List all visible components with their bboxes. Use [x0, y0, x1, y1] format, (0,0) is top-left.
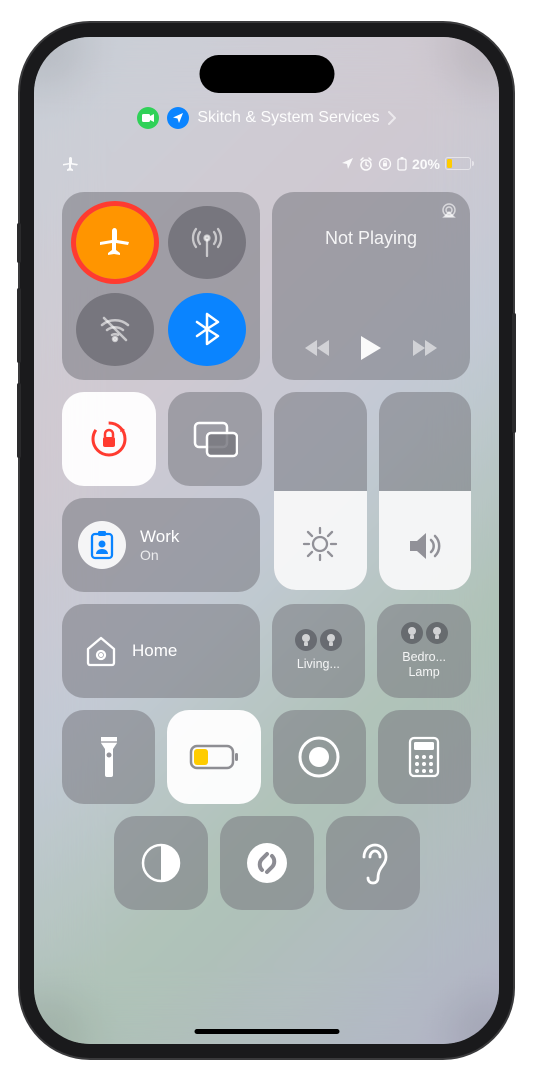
- alarm-icon: [359, 157, 373, 171]
- shazam-icon: [245, 841, 289, 885]
- volume-up[interactable]: [17, 288, 21, 363]
- location-indicator-icon: [167, 107, 189, 129]
- connectivity-module[interactable]: [62, 192, 260, 380]
- chevron-right-icon: [388, 111, 396, 125]
- focus-state: On: [140, 547, 179, 563]
- play-button[interactable]: [359, 334, 383, 362]
- rotation-lock-icon: [378, 157, 392, 171]
- battery-pct: 20%: [412, 156, 440, 172]
- screen: Skitch & System Services 20%: [34, 37, 499, 1044]
- camera-indicator-icon: [137, 107, 159, 129]
- location-arrow-icon: [341, 157, 354, 170]
- home-button[interactable]: Home: [62, 604, 260, 698]
- dynamic-island[interactable]: [199, 55, 334, 93]
- calculator-icon: [408, 736, 440, 778]
- iphone-frame: Skitch & System Services 20%: [20, 23, 513, 1058]
- status-bar: 20%: [62, 155, 471, 173]
- calculator-button[interactable]: [378, 710, 471, 804]
- home-label: Home: [132, 641, 177, 661]
- bluetooth-toggle[interactable]: [168, 293, 246, 366]
- homekit-room1-label: Living...: [297, 657, 340, 671]
- bulb-icon: [295, 629, 317, 651]
- annotation-highlight: [71, 201, 159, 284]
- bulb-icon: [426, 622, 448, 644]
- screen-mirroring-button[interactable]: [168, 392, 262, 486]
- record-icon: [297, 735, 341, 779]
- wifi-off-icon: [96, 310, 134, 348]
- rewind-button[interactable]: [303, 338, 333, 358]
- home-indicator[interactable]: [194, 1029, 339, 1034]
- active-app-label: Skitch & System Services: [197, 109, 379, 127]
- mute-switch[interactable]: [17, 223, 21, 263]
- bluetooth-icon: [188, 310, 226, 348]
- homekit-room1-button[interactable]: Living...: [272, 604, 366, 698]
- flashlight-button[interactable]: [62, 710, 155, 804]
- homekit-room2-label1: Bedro...: [402, 650, 446, 664]
- media-title: Not Playing: [290, 228, 452, 249]
- bulb-icon: [401, 622, 423, 644]
- cellular-data-toggle[interactable]: [168, 206, 246, 279]
- ear-icon: [356, 841, 390, 885]
- home-icon: [84, 635, 118, 667]
- active-app-banner[interactable]: Skitch & System Services: [34, 107, 499, 129]
- forward-button[interactable]: [409, 338, 439, 358]
- screen-record-button[interactable]: [273, 710, 366, 804]
- battery-saver-icon: [397, 157, 407, 171]
- focus-button[interactable]: Work On: [62, 498, 260, 592]
- low-power-icon: [189, 744, 239, 770]
- shazam-button[interactable]: [220, 816, 314, 910]
- focus-icon-circle: [78, 521, 126, 569]
- dark-mode-button[interactable]: [114, 816, 208, 910]
- airplane-mode-toggle[interactable]: [76, 206, 154, 279]
- rotation-lock-red-icon: [87, 417, 131, 461]
- badge-icon: [89, 530, 115, 560]
- dark-mode-icon: [140, 842, 182, 884]
- flashlight-icon: [97, 735, 121, 779]
- homekit-room2-button[interactable]: Bedro... Lamp: [377, 604, 471, 698]
- volume-down[interactable]: [17, 383, 21, 458]
- speaker-icon: [407, 530, 443, 562]
- rotation-lock-button[interactable]: [62, 392, 156, 486]
- wifi-toggle[interactable]: [76, 293, 154, 366]
- sun-icon: [302, 526, 338, 562]
- volume-slider[interactable]: [379, 392, 472, 590]
- antenna-icon: [188, 223, 226, 261]
- power-button[interactable]: [512, 313, 516, 433]
- mirroring-icon: [192, 420, 238, 458]
- hearing-button[interactable]: [326, 816, 420, 910]
- control-center: Not Playing: [62, 192, 471, 1004]
- airplay-icon[interactable]: [438, 202, 460, 222]
- low-power-button[interactable]: [167, 710, 260, 804]
- brightness-slider[interactable]: [274, 392, 367, 590]
- homekit-room2-label2: Lamp: [402, 665, 446, 679]
- bulb-icon: [320, 629, 342, 651]
- media-module[interactable]: Not Playing: [272, 192, 470, 380]
- airplane-status-icon: [62, 155, 80, 173]
- focus-name: Work: [140, 527, 179, 547]
- battery-icon: [445, 157, 471, 170]
